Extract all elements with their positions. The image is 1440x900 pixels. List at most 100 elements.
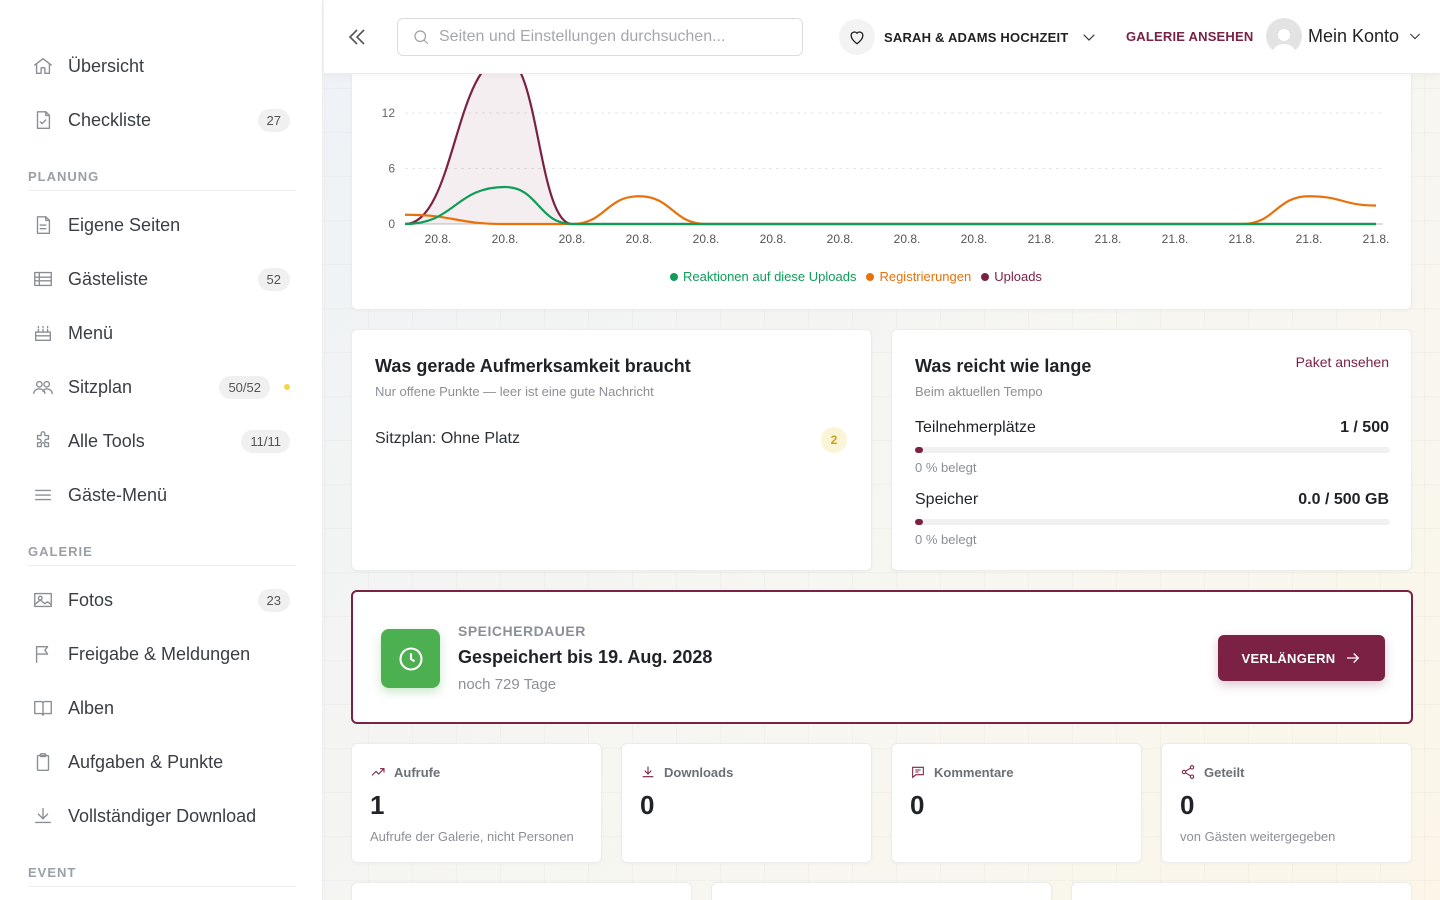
card-title: Was reicht wie lange xyxy=(915,356,1092,376)
sidebar-item-sitzplan[interactable]: Sitzplan 50/52 xyxy=(22,367,302,407)
sidebar-item-label: Gästeliste xyxy=(68,268,149,289)
sidebar-item-gaesteliste[interactable]: Gästeliste 52 xyxy=(22,259,302,299)
view-gallery-link[interactable]: GALERIE ANSEHEN xyxy=(1126,29,1253,44)
sidebar-item-aufgaben[interactable]: Aufgaben & Punkte xyxy=(22,742,302,782)
collapse-sidebar-button[interactable] xyxy=(344,24,370,50)
stat-label: Downloads xyxy=(664,764,734,780)
event-switcher[interactable]: SARAH & ADAMS HOCHZEIT xyxy=(839,18,1098,56)
sidebar-item-label: Fotos xyxy=(68,589,114,610)
status-dot xyxy=(284,384,290,390)
sidebar-item-download[interactable]: Vollständiger Download xyxy=(22,796,302,836)
account-menu[interactable]: Mein Konto xyxy=(1266,18,1423,54)
x-tick-label: 20.8. xyxy=(961,232,988,246)
page-icon xyxy=(22,214,66,236)
stat-label: Aufrufe xyxy=(394,764,441,780)
stat-card-geteilt: Geteilt 0 von Gästen weitergegeben xyxy=(1161,743,1412,863)
trend-icon xyxy=(371,768,385,776)
sidebar-item-eigene-seiten[interactable]: Eigene Seiten xyxy=(22,205,302,245)
x-tick-label: 20.8. xyxy=(693,232,720,246)
x-tick-label: 21.8. xyxy=(1229,232,1256,246)
event-name: SARAH & ADAMS HOCHZEIT xyxy=(884,29,1069,45)
sidebar-item-label: Alle Tools xyxy=(68,430,145,451)
menu-icon xyxy=(22,484,66,506)
count-badge: 11/11 xyxy=(241,429,290,453)
card-subtitle: Beim aktuellen Tempo xyxy=(915,384,1043,399)
usage-value: 0.0 / 500 GB xyxy=(1298,491,1389,508)
usage-card: Was reicht wie lange Beim aktuellen Temp… xyxy=(891,329,1412,571)
attention-card: Was gerade Aufmerksamkeit braucht Nur of… xyxy=(351,329,872,571)
count-badge: 27 xyxy=(257,108,290,132)
sidebar-item-gaeste-menue[interactable]: Gäste-Menü xyxy=(22,475,302,515)
legend-label: Reaktionen auf diese Uploads xyxy=(683,269,857,284)
puzzle-icon xyxy=(22,430,66,452)
sidebar-item-label: Menü xyxy=(68,322,114,343)
x-tick-label: 20.8. xyxy=(626,232,653,246)
x-tick-label: 20.8. xyxy=(559,232,586,246)
stat-card-downloads: Downloads 0 xyxy=(621,743,872,863)
account-label: Mein Konto xyxy=(1308,25,1400,46)
table-icon xyxy=(22,268,66,290)
sidebar-item-alben[interactable]: Alben xyxy=(22,688,302,728)
divider xyxy=(28,565,296,566)
sidebar-item-alle-tools[interactable]: Alle Tools 11/11 xyxy=(22,421,302,461)
clipboard-icon xyxy=(22,751,66,773)
usage-progress-fill xyxy=(915,519,923,525)
sidebar-item-freigabe[interactable]: Freigabe & Meldungen xyxy=(22,634,302,674)
sidebar-item-menue[interactable]: Menü xyxy=(22,313,302,353)
legend-label: Uploads xyxy=(994,269,1042,284)
users-icon xyxy=(22,376,66,398)
sidebar-item-uebersicht[interactable]: Übersicht xyxy=(22,46,302,86)
chart-legend: Reaktionen auf diese Uploads Registrierun… xyxy=(670,269,1042,284)
legend-item[interactable]: Registrierungen xyxy=(866,269,971,284)
attention-item[interactable]: Sitzplan: Ohne Platz xyxy=(375,430,520,448)
x-tick-label: 20.8. xyxy=(760,232,787,246)
usage-progress-fill xyxy=(915,447,923,453)
download-icon xyxy=(22,805,66,827)
attention-count-badge: 2 xyxy=(821,427,847,453)
search-input[interactable] xyxy=(439,28,779,46)
sidebar-item-label: Gäste-Menü xyxy=(68,484,168,505)
extend-button[interactable]: VERLÄNGERN xyxy=(1218,635,1385,681)
flag-icon xyxy=(22,643,66,665)
home-icon xyxy=(22,55,66,77)
sidebar-item-label: Sitzplan xyxy=(68,376,133,397)
legend-label: Registrierungen xyxy=(879,269,972,284)
sidebar-item-checkliste[interactable]: Checkliste 27 xyxy=(22,100,302,140)
usage-label: Speicher xyxy=(915,491,979,508)
x-tick-label: 21.8. xyxy=(1363,232,1390,246)
clock-icon xyxy=(381,629,440,688)
cake-icon xyxy=(22,322,66,344)
stat-value: 0 xyxy=(640,790,655,820)
sidebar-item-fotos[interactable]: Fotos 23 xyxy=(22,580,302,620)
count-badge: 23 xyxy=(257,588,290,612)
storage-duration-card: SPEICHERDAUER Gespeichert bis 19. Aug. 2… xyxy=(351,590,1413,724)
sidebar-item-label: Übersicht xyxy=(68,55,145,76)
bottom-card xyxy=(1071,882,1412,900)
legend-swatch xyxy=(981,272,990,281)
legend-item[interactable]: Uploads xyxy=(981,269,1042,284)
bottom-card xyxy=(351,882,692,900)
stat-card-aufrufe: Aufrufe 1 Aufrufe der Galerie, nicht Per… xyxy=(351,743,602,863)
card-subtitle: Nur offene Punkte — leer ist eine gute N… xyxy=(375,384,654,399)
sidebar-item-label: Eigene Seiten xyxy=(68,214,181,235)
x-tick-label: 20.8. xyxy=(894,232,921,246)
count-badge: 52 xyxy=(257,267,290,291)
sidebar-item-label: Alben xyxy=(68,697,115,718)
usage-label: Teilnehmerplätze xyxy=(915,419,1036,436)
checklist-icon xyxy=(22,109,66,131)
x-tick-label: 20.8. xyxy=(492,232,519,246)
legend-item[interactable]: Reaktionen auf diese Uploads xyxy=(670,269,856,284)
comment-icon xyxy=(912,766,924,779)
divider xyxy=(28,886,296,887)
view-package-link[interactable]: Paket ansehen xyxy=(1296,354,1389,370)
top-bar: SARAH & ADAMS HOCHZEIT GALERIE ANSEHEN M… xyxy=(324,0,1440,74)
chevrons-left-icon xyxy=(348,29,365,45)
sidebar: Übersicht Checkliste 27 PLANUNG Eigene S… xyxy=(0,0,323,900)
y-tick-label: 6 xyxy=(388,162,395,176)
usage-value: 1 / 500 xyxy=(1340,419,1389,436)
sidebar-item-label: Checkliste xyxy=(68,109,152,130)
search-box[interactable] xyxy=(397,18,803,56)
book-icon xyxy=(22,697,66,719)
usage-note: 0 % belegt xyxy=(915,460,977,475)
y-tick-label: 0 xyxy=(388,217,395,231)
